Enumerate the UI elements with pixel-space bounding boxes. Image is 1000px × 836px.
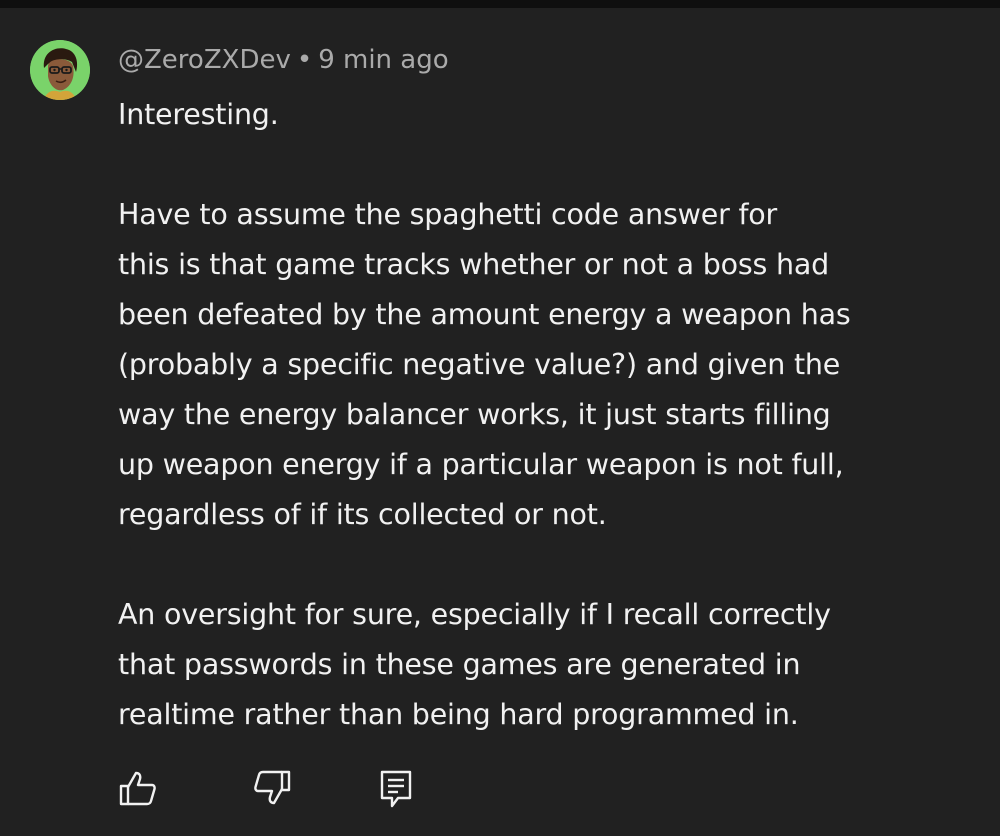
dislike-button[interactable] — [252, 768, 292, 808]
avatar[interactable] — [30, 40, 90, 100]
comment-author[interactable]: @ZeroZXDev — [118, 45, 291, 75]
comment-paragraph: Interesting. — [118, 98, 279, 131]
comment-paragraph: Have to assume the spaghetti code answer… — [118, 198, 851, 531]
reply-comment-icon — [380, 770, 412, 808]
thumbs-up-icon — [119, 771, 156, 806]
like-button[interactable] — [118, 768, 158, 808]
comment-paragraph: An oversight for sure, especially if I r… — [118, 598, 831, 731]
comment-text: Interesting. Have to assume the spaghett… — [118, 90, 918, 740]
comment-timestamp[interactable]: 9 min ago — [318, 45, 448, 75]
top-divider-bar — [0, 0, 1000, 8]
comment-card: @ZeroZXDev • 9 min ago Interesting. Have t… — [0, 8, 1000, 836]
header-separator: • — [296, 45, 313, 75]
avatar-image — [30, 40, 90, 100]
comment-header: @ZeroZXDev • 9 min ago — [118, 42, 449, 78]
thumbs-down-icon — [254, 770, 291, 805]
reply-button[interactable] — [376, 768, 416, 808]
